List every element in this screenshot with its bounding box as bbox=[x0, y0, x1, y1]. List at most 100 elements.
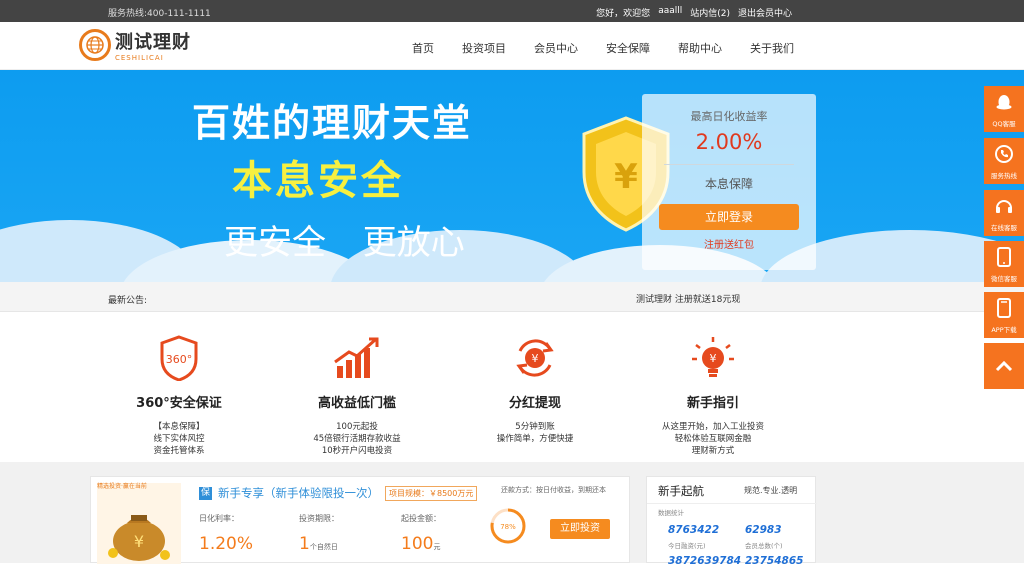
nav-about[interactable]: 关于我们 bbox=[750, 40, 794, 56]
product-name[interactable]: 新手专享（新手体验限投一次） bbox=[218, 485, 379, 501]
feature-line: 操作简单，方便快捷 bbox=[496, 434, 574, 444]
guarantee-text: 本息保障 bbox=[704, 177, 753, 191]
guide-slogan: 规范.专业.透明 bbox=[744, 486, 798, 495]
login-panel: 最高日化收益率 2.00% 本息保障 立即登录 注册送红包 bbox=[642, 94, 816, 270]
feature-line: 【本息保障】 bbox=[153, 422, 205, 432]
side-label: APP下载 bbox=[991, 326, 1017, 334]
min-value: 100 bbox=[401, 534, 434, 554]
back-to-top-button[interactable] bbox=[984, 343, 1024, 389]
features-section: 360° 360°安全保证 【本息保障】 线下实体风控 资金托管体系 高收益低门… bbox=[0, 312, 1024, 462]
side-label: 在线客服 bbox=[991, 224, 1017, 232]
banner-headline: 百姓的理财天堂 bbox=[192, 101, 473, 145]
product-card: ¥ 精选投资·赢在当前 保 新手专享（新手体验限投一次） 项目规模：￥8500万… bbox=[90, 476, 630, 564]
max-rate-value: 2.00% bbox=[695, 130, 763, 154]
qq-penguin-icon bbox=[984, 86, 1024, 118]
payment-method: 还款方式：按日付收益，到期还本 bbox=[501, 486, 606, 494]
bottom-section: ¥ 精选投资·赢在当前 保 新手专享（新手体验限投一次） 项目规模：￥8500万… bbox=[0, 462, 1024, 567]
top-bar: 服务热线:400-111-1111 您好，欢迎您 aaalll 站内信(2) 退… bbox=[0, 0, 1024, 22]
phone-icon bbox=[984, 138, 1024, 170]
side-wechat[interactable]: 微信客服 bbox=[984, 241, 1024, 287]
feature-title: 新手指引 bbox=[686, 396, 739, 411]
divider bbox=[664, 164, 794, 165]
service-hotline: 服务热线:400-111-1111 bbox=[108, 9, 211, 19]
feature-line: 10秒开户闪电投资 bbox=[321, 446, 393, 456]
feature-item: ¥ 分红提现 5分钟到账 操作简单，方便快捷 bbox=[455, 334, 615, 445]
yen-bulb-icon: ¥ bbox=[633, 334, 793, 382]
user-links: 您好，欢迎您 aaalll 站内信(2) 退出会员中心 bbox=[596, 6, 792, 19]
register-link[interactable]: 注册送红包 bbox=[642, 236, 816, 251]
feature-title: 分红提现 bbox=[508, 396, 561, 411]
divider bbox=[647, 503, 817, 504]
mobile-icon bbox=[984, 241, 1024, 273]
hero-banner: 百姓的理财天堂 本息安全 更安全 更放心 ¥ 最高日化收益率 2.00% 本息保… bbox=[0, 70, 1024, 282]
project-scale: 项目规模：￥8500万元 bbox=[385, 485, 478, 501]
notice-text[interactable]: 测试理财 注册就送18元现 bbox=[636, 292, 740, 305]
messages-link[interactable]: 站内信(2) bbox=[690, 6, 730, 19]
username-link[interactable]: aaalll bbox=[658, 6, 682, 19]
notice-bar: 最新公告: 测试理财 注册就送18元现 bbox=[0, 282, 1024, 312]
logout-link[interactable]: 退出会员中心 bbox=[738, 6, 792, 19]
side-online[interactable]: 在线客服 bbox=[984, 190, 1024, 236]
feature-line: 轻松体验互联网金融 bbox=[674, 434, 752, 444]
chevron-up-icon bbox=[984, 343, 1024, 389]
stat-number: 23754865 bbox=[745, 555, 804, 567]
banner-slogan: 本息安全 bbox=[232, 158, 404, 204]
shield-360-icon: 360° bbox=[99, 334, 259, 382]
greeting-text: 您好，欢迎您 bbox=[596, 9, 651, 19]
feature-item: ¥ 新手指引 从这里开始，加入工业投资 轻松体验互联网金融 理财新方式 bbox=[633, 334, 793, 457]
app-phone-icon bbox=[984, 292, 1024, 324]
side-label: QQ客服 bbox=[992, 120, 1016, 128]
nav-member[interactable]: 会员中心 bbox=[534, 40, 578, 56]
min-unit: 元 bbox=[433, 543, 441, 551]
rising-chart-icon bbox=[277, 334, 437, 382]
feature-title: 360°安全保证 bbox=[136, 396, 222, 411]
side-app[interactable]: APP下载 bbox=[984, 292, 1024, 338]
min-column: 起投金额： 100元 bbox=[401, 513, 441, 554]
guarantee-badge: 保 bbox=[199, 486, 212, 500]
term-value: 1 bbox=[299, 534, 310, 554]
feature-line: 理财新方式 bbox=[691, 446, 735, 456]
svg-text:¥: ¥ bbox=[134, 532, 144, 551]
banner-tagline: 更安全 更放心 bbox=[224, 223, 465, 263]
guide-title: 新手起航 bbox=[658, 484, 704, 498]
nav-help[interactable]: 帮助中心 bbox=[678, 40, 722, 56]
feature-line: 5分钟到账 bbox=[515, 422, 555, 432]
stat-number: 8763422 bbox=[668, 524, 720, 536]
progress-ring: 78% bbox=[489, 507, 527, 549]
stat-number: 62983 bbox=[745, 524, 782, 536]
rate-value: 1.20% bbox=[199, 534, 254, 554]
feature-item: 高收益低门槛 100元起投 45倍银行活期存款收益 10秒开户闪电投资 bbox=[277, 334, 437, 457]
feature-line: 资金托管体系 bbox=[153, 446, 205, 456]
stat-caption: 今日融资(元) bbox=[668, 542, 706, 550]
feature-item: 360° 360°安全保证 【本息保障】 线下实体风控 资金托管体系 bbox=[99, 334, 259, 457]
invest-button[interactable]: 立即投资 bbox=[550, 519, 610, 539]
rate-label: 日化利率： bbox=[199, 514, 239, 523]
feature-line: 45倍银行活期存款收益 bbox=[313, 434, 401, 444]
site-logo[interactable]: 测试理财 CESHILICAI bbox=[79, 28, 191, 62]
money-bag-image: ¥ bbox=[97, 483, 181, 564]
nav-home[interactable]: 首页 bbox=[412, 40, 434, 56]
side-hotline[interactable]: 服务热线 bbox=[984, 138, 1024, 184]
yen-cycle-icon: ¥ bbox=[455, 334, 615, 382]
svg-text:¥: ¥ bbox=[532, 352, 539, 365]
nav-security[interactable]: 安全保障 bbox=[606, 40, 650, 56]
login-button[interactable]: 立即登录 bbox=[659, 204, 799, 230]
min-label: 起投金额： bbox=[401, 514, 441, 523]
feature-line: 100元起投 bbox=[336, 422, 378, 432]
image-caption: 精选投资·赢在当前 bbox=[97, 483, 147, 490]
beginner-panel: 新手起航 规范.专业.透明 数据统计 8763422 今日融资(元) 62983… bbox=[646, 476, 817, 567]
max-rate-label: 最高日化收益率 bbox=[690, 110, 768, 123]
progress-text: 78% bbox=[500, 523, 516, 531]
term-label: 投资期限： bbox=[299, 514, 339, 523]
logo-subtext: CESHILICAI bbox=[115, 54, 164, 62]
stat-number: 3872639784 bbox=[668, 555, 742, 567]
feature-line: 从这里开始，加入工业投资 bbox=[661, 422, 764, 432]
side-qq[interactable]: QQ客服 bbox=[984, 86, 1024, 132]
svg-text:¥: ¥ bbox=[710, 352, 717, 365]
header: 测试理财 CESHILICAI 首页 投资项目 会员中心 安全保障 帮助中心 关… bbox=[0, 22, 1024, 70]
nav-projects[interactable]: 投资项目 bbox=[462, 40, 506, 56]
main-nav: 首页 投资项目 会员中心 安全保障 帮助中心 关于我们 bbox=[412, 40, 794, 56]
globe-logo-icon bbox=[79, 29, 111, 61]
side-label: 服务热线 bbox=[991, 172, 1017, 180]
svg-text:¥: ¥ bbox=[614, 157, 638, 197]
